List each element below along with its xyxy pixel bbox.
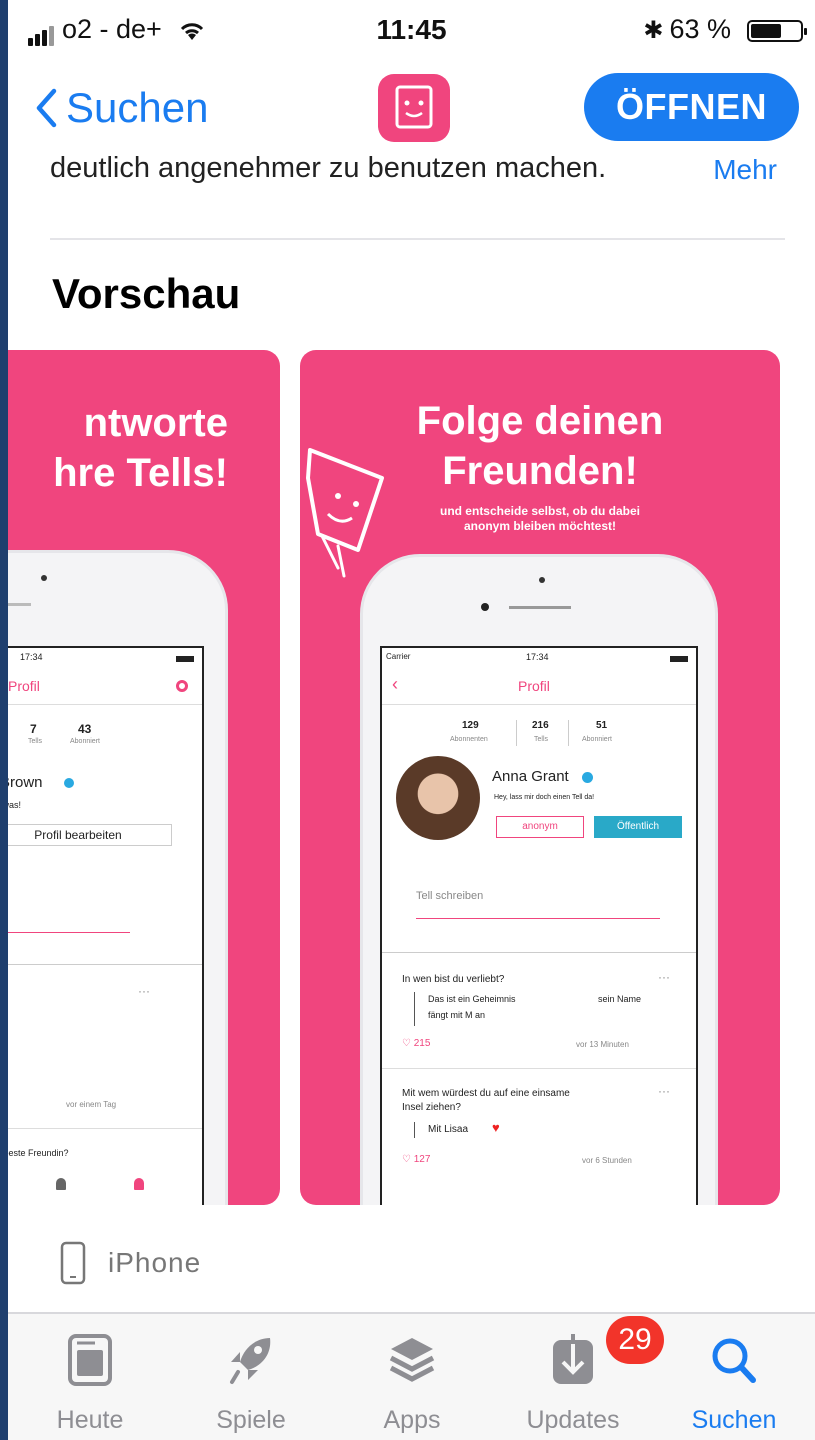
card1-edit-profile-button[interactable]: Profil bearbeiten xyxy=(8,824,172,846)
apps-stack-icon xyxy=(389,1338,435,1382)
card2-question-2-line1: Mit wem würdest du auf eine einsame xyxy=(402,1088,570,1099)
card2-subline-2: anonym bleiben möchtest! xyxy=(463,519,617,533)
card1-post2: eine beste Freundin? xyxy=(8,1148,69,1158)
card2-user-name: Anna Grant xyxy=(492,768,569,785)
status-bar: o2 - de+ 11:45 ✱ 63 % xyxy=(8,0,815,58)
tab-spiele-label: Spiele xyxy=(216,1406,286,1434)
card1-profile-title: Profil xyxy=(8,678,40,694)
card2-answer-2: Mit Lisaa xyxy=(428,1124,469,1135)
card2-stat3: 51 xyxy=(596,720,608,731)
card1-stat-tells-label: Tells xyxy=(28,738,43,745)
card2-headline-line2: Freunden! xyxy=(442,449,638,493)
iphone-device-icon xyxy=(60,1241,86,1285)
tab-heute[interactable]: Heute xyxy=(25,1314,155,1440)
open-button[interactable]: ÖFFNEN xyxy=(584,73,799,141)
card2-likes-1[interactable]: ♡ 215 xyxy=(402,1038,430,1049)
avatar xyxy=(396,756,480,840)
card2-phone-time: 17:34 xyxy=(526,652,549,662)
bell-icon[interactable] xyxy=(56,1178,66,1190)
card2-anon-button[interactable]: anonym xyxy=(496,816,584,838)
card1-user-name: sa Brown xyxy=(8,774,43,791)
card1-headline-line1: ntworte xyxy=(83,401,228,445)
card2-stat3-label: Abonniert xyxy=(582,736,612,743)
verified-icon xyxy=(582,772,593,783)
profile-tab-icon[interactable] xyxy=(134,1178,144,1190)
card2-profile-title: Profil xyxy=(518,678,550,694)
today-icon xyxy=(68,1334,112,1386)
verified-icon xyxy=(64,778,74,788)
preview-title: Vorschau xyxy=(52,270,241,317)
battery-info: ✱ 63 % xyxy=(643,14,731,45)
card2-answer-1-line3: fängt mit M an xyxy=(428,1010,486,1020)
device-label: iPhone xyxy=(108,1247,202,1278)
tab-updates-label: Updates xyxy=(526,1406,620,1434)
card2-stat2-label: Tells xyxy=(534,736,549,743)
tab-suchen-label: Suchen xyxy=(691,1406,777,1434)
battery-icon xyxy=(747,20,807,42)
card2-more-icon-1[interactable]: ··· xyxy=(658,970,670,984)
card2-answer-1-line2: sein Name xyxy=(598,994,642,1004)
preview-screenshot-2[interactable]: Folge deinen Freunden! und entscheide se… xyxy=(300,350,780,1205)
card2-likes-2-count: 127 xyxy=(413,1154,431,1165)
updates-badge: 29 xyxy=(606,1316,664,1364)
card2-headline-line1: Folge deinen xyxy=(416,399,664,443)
card1-post-time: vor einem Tag xyxy=(66,1100,117,1109)
card2-carrier: Carrier xyxy=(386,652,411,661)
card2-back-icon[interactable]: ‹ xyxy=(392,674,398,695)
chevron-left-icon xyxy=(36,88,57,128)
card1-more-icon[interactable]: ··· xyxy=(138,984,150,998)
card2-answer-1-line1: Das ist ein Geheimnis xyxy=(428,994,516,1004)
card2-stat1-label: Abonnenten xyxy=(450,736,488,743)
back-button[interactable]: Suchen xyxy=(34,80,208,136)
card2-time-2: vor 6 Stunden xyxy=(582,1156,632,1165)
app-store-screen: o2 - de+ 11:45 ✱ 63 % Suchen ÖFFNEN deutl… xyxy=(8,0,815,1440)
more-link[interactable]: Mehr xyxy=(713,154,777,186)
battery-percent: 63 % xyxy=(669,14,731,44)
card1-stat-abos-label: Abonniert xyxy=(70,738,100,745)
card1-bio: ft mir was! xyxy=(8,800,22,810)
card2-more-icon-2[interactable]: ··· xyxy=(658,1084,670,1098)
card1-phone-screen: 17:34 Profil 7 Tells 43 Abonniert sa Bro… xyxy=(8,646,204,1205)
tab-apps[interactable]: Apps xyxy=(347,1314,477,1440)
card2-likes-2[interactable]: ♡ 127 xyxy=(402,1154,430,1165)
app-icon[interactable] xyxy=(378,74,450,142)
updates-download-icon xyxy=(553,1334,593,1384)
tab-spiele[interactable]: Spiele xyxy=(186,1314,316,1440)
card2-likes-1-count: 215 xyxy=(413,1038,431,1049)
card2-question-1: In wen bist du verliebt? xyxy=(402,974,505,985)
rocket-icon xyxy=(230,1338,271,1384)
mascot-icon xyxy=(306,448,384,578)
search-icon xyxy=(712,1338,756,1383)
card1-stat-tells: 7 xyxy=(30,722,37,736)
bluetooth-icon: ✱ xyxy=(643,17,664,44)
card1-stat-abos: 43 xyxy=(78,722,92,736)
card2-subline-1: und entscheide selbst, ob du dabei xyxy=(439,504,641,518)
tab-heute-label: Heute xyxy=(56,1406,124,1434)
card1-settings-icon xyxy=(176,680,188,692)
divider xyxy=(50,238,785,240)
card2-stat1: 129 xyxy=(462,720,479,731)
heart-emoji-icon: ♥ xyxy=(492,1120,500,1135)
back-label: Suchen xyxy=(66,84,209,131)
card2-time-1: vor 13 Minuten xyxy=(576,1040,629,1049)
description-text: deutlich angenehmer zu benutzen machen. xyxy=(50,152,607,184)
card1-phone-time: 17:34 xyxy=(20,652,43,662)
card2-public-button[interactable]: Öffentlich xyxy=(594,816,682,838)
tab-bar: Heute Spiele Apps Updates Suchen xyxy=(8,1312,815,1440)
tab-suchen[interactable]: Suchen xyxy=(669,1314,799,1440)
card2-phone-screen: Carrier 17:34 ‹ Profil 129 Abonnenten 21… xyxy=(380,646,698,1205)
card2-question-2-line2: Insel ziehen? xyxy=(402,1102,461,1113)
preview-screenshot-1[interactable]: ntworte hre Tells! 17:34 Profil 7 Tells … xyxy=(8,350,280,1205)
card1-headline-line2: hre Tells! xyxy=(53,451,228,495)
tab-apps-label: Apps xyxy=(383,1406,441,1434)
app-logo-icon xyxy=(395,85,433,129)
card2-tell-input[interactable]: Tell schreiben xyxy=(416,890,483,902)
device-compat: iPhone xyxy=(60,1238,201,1288)
card2-stat2: 216 xyxy=(532,720,549,731)
card2-bio: Hey, lass mir doch einen Tell da! xyxy=(494,794,595,801)
